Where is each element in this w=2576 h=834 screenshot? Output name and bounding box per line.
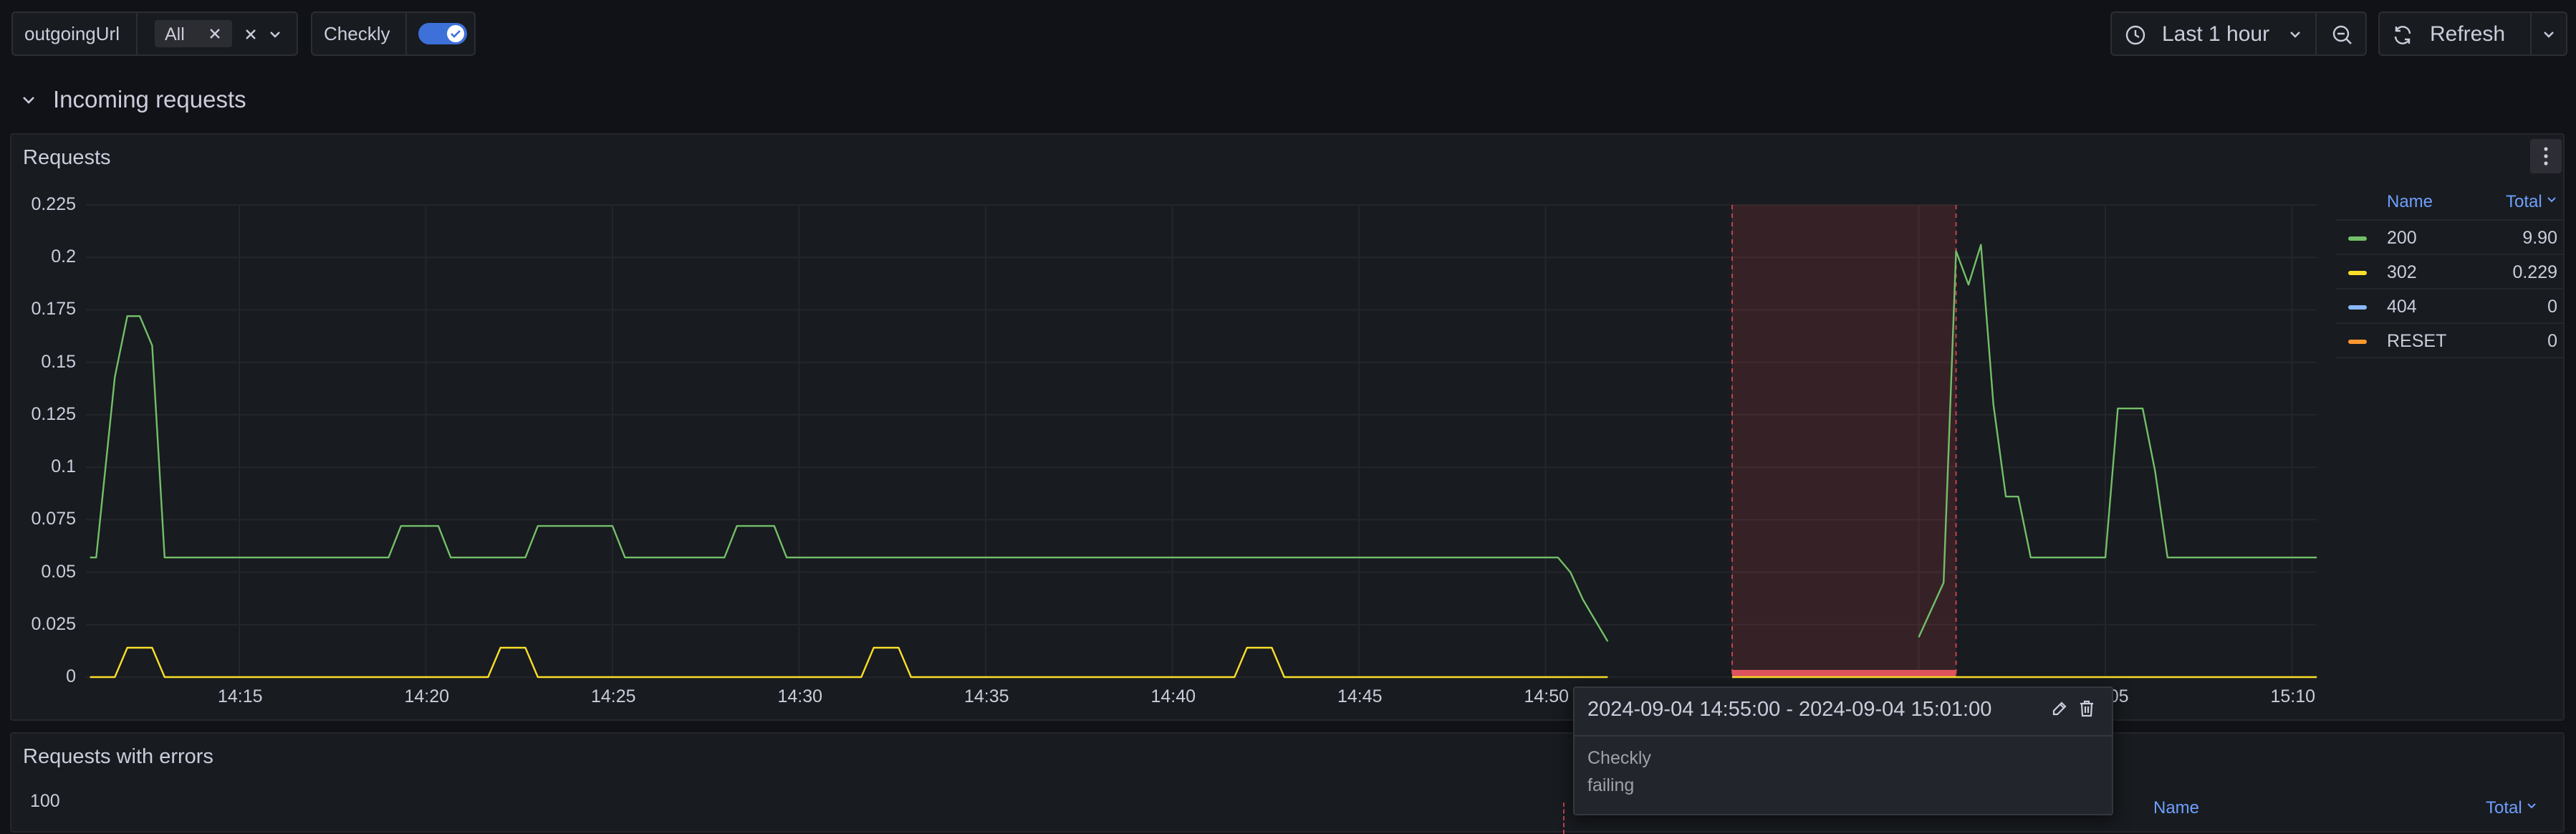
time-range-label: Last 1 hour — [2162, 22, 2270, 46]
time-picker-button[interactable]: Last 1 hour — [2110, 11, 2317, 56]
refresh-icon — [2391, 24, 2414, 47]
row-collapse-chevron-icon[interactable] — [20, 93, 37, 107]
y-tick-label: 0.225 — [31, 194, 76, 214]
legend-swatch — [2348, 305, 2367, 310]
variable-label: outgoingUrl — [24, 23, 120, 44]
legend-header-name[interactable]: Name — [2153, 798, 2199, 818]
y-tick-label: 0.125 — [31, 403, 76, 424]
row-title[interactable]: Incoming requests — [53, 86, 246, 113]
x-tick-label: 15:10 — [2270, 686, 2316, 706]
variable-chip-all[interactable]: All — [155, 20, 232, 47]
y-tick-label: 0 — [66, 666, 76, 686]
chevron-down-icon[interactable] — [268, 29, 282, 40]
legend-item-404[interactable]: 404 0 — [2335, 289, 2563, 324]
toggle-label: Checkly — [324, 23, 390, 44]
chevron-down-icon — [2542, 29, 2556, 40]
zoom-out-icon — [2331, 24, 2354, 47]
divider — [405, 13, 407, 54]
y-tick-label: 0.025 — [31, 613, 76, 634]
divider — [136, 13, 138, 54]
legend-header-total[interactable]: Total — [2506, 192, 2542, 212]
legend-swatch — [2348, 236, 2367, 241]
x-tick-label: 14:20 — [404, 686, 450, 706]
zoom-out-button[interactable] — [2315, 11, 2367, 56]
variable-outgoingurl: outgoingUrl All — [11, 11, 298, 56]
x-tick-label: 14:35 — [964, 686, 1009, 706]
legend-name: 200 — [2387, 228, 2417, 248]
delete-trash-icon[interactable] — [2077, 699, 2096, 718]
refresh-interval-button[interactable] — [2530, 11, 2567, 56]
x-tick-label: 14:15 — [218, 686, 263, 706]
annotation-time-range: 2024-09-04 14:55:00 - 2024-09-04 15:01:0… — [1587, 698, 1992, 721]
legend-name: 302 — [2387, 262, 2417, 282]
more-vertical-icon — [2544, 147, 2548, 166]
tooltip-divider — [1575, 735, 2112, 737]
sort-chevron-icon — [2526, 801, 2537, 811]
legend-name: 404 — [2387, 297, 2417, 317]
legend-total: 0 — [2547, 331, 2557, 351]
chip-remove-icon[interactable] — [208, 27, 222, 41]
x-tick-label: 14:50 — [1524, 686, 1570, 706]
x-tick-label: 14:25 — [591, 686, 636, 706]
annotation-text: failing — [1587, 775, 1635, 795]
legend-total: 0.229 — [2512, 262, 2557, 282]
toggle-knob — [447, 25, 464, 42]
y-tick-label: 0.075 — [31, 509, 76, 529]
x-tick-label: 14:40 — [1150, 686, 1196, 706]
refresh-button[interactable]: Refresh — [2378, 11, 2532, 56]
legend-header-name[interactable]: Name — [2387, 192, 2433, 212]
y-tick-label: 0.2 — [51, 246, 76, 267]
legend-name: RESET — [2387, 331, 2447, 351]
y-tick-label: 0.1 — [51, 456, 76, 477]
refresh-label: Refresh — [2430, 22, 2506, 46]
panel-menu-button[interactable] — [2530, 139, 2562, 173]
checkly-toggle-control: Checkly — [311, 11, 476, 56]
legend-header-total[interactable]: Total — [2486, 798, 2522, 818]
y-tick-label: 0.05 — [41, 561, 76, 582]
chip-label: All — [165, 24, 185, 44]
legend-item-reset[interactable]: RESET 0 — [2335, 324, 2563, 358]
panel-requests-with-errors: Requests with errors 100 Name Total — [10, 732, 2565, 834]
legend-item-200[interactable]: 200 9.90 — [2335, 221, 2563, 255]
legend-swatch — [2348, 340, 2367, 344]
panel-title[interactable]: Requests — [23, 146, 111, 170]
chevron-down-icon — [2288, 29, 2302, 40]
edit-pencil-icon[interactable] — [2050, 699, 2069, 718]
x-tick-label: 14:30 — [777, 686, 823, 706]
legend-swatch — [2348, 271, 2367, 275]
legend-total: 9.90 — [2522, 228, 2557, 248]
y-tick-label: 0.175 — [31, 299, 76, 320]
y-tick-label: 100 — [30, 791, 60, 811]
legend-total: 0 — [2547, 297, 2557, 317]
sort-chevron-icon — [2546, 195, 2557, 205]
panel-requests: Requests Name Total 200 9.90 302 0.229 4… — [10, 133, 2565, 721]
y-tick-label: 0.15 — [41, 351, 76, 372]
checkly-toggle[interactable] — [418, 23, 467, 44]
legend-item-302[interactable]: 302 0.229 — [2335, 255, 2563, 289]
annotation-source: Checkly — [1587, 748, 1651, 768]
annotation-tooltip: 2024-09-04 14:55:00 - 2024-09-04 15:01:0… — [1573, 686, 2113, 815]
clock-icon — [2125, 24, 2146, 46]
x-tick-label: 14:45 — [1337, 686, 1383, 706]
panel-title[interactable]: Requests with errors — [23, 745, 213, 769]
clear-icon[interactable] — [244, 27, 258, 42]
annotation-marker-line — [1563, 802, 1565, 834]
